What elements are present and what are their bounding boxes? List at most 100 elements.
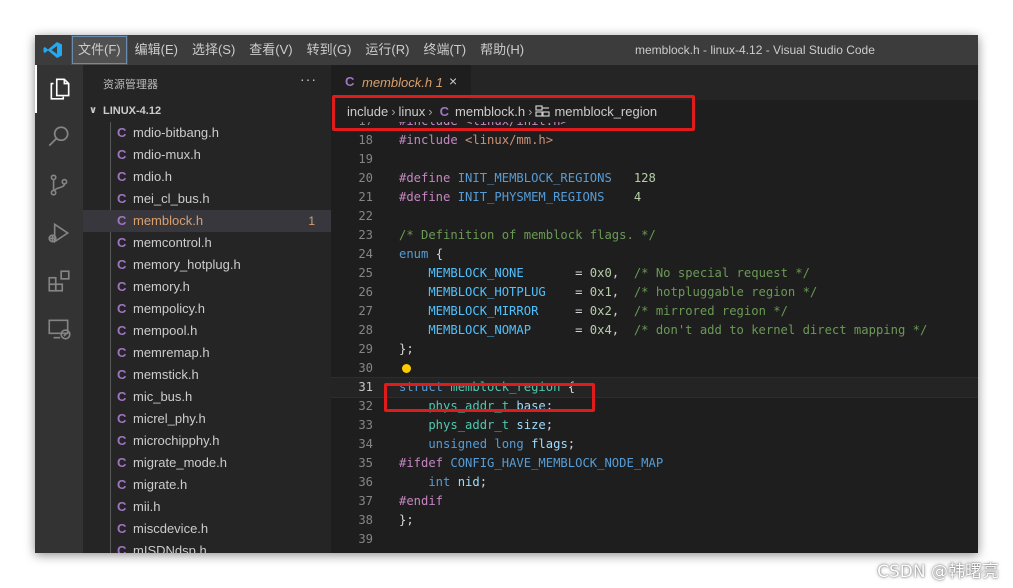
file-item[interactable]: Cmdio.h — [83, 166, 331, 188]
code-lines: 17 #include <linux/init.h> 18 #include <lin… — [331, 122, 978, 549]
code-token: #include — [399, 133, 466, 147]
file-item[interactable]: Cmemory_hotplug.h — [83, 254, 331, 276]
folder-header[interactable]: ∨ LINUX-4.12 — [83, 100, 331, 122]
more-actions-icon[interactable]: ··· — [300, 71, 317, 87]
code-text: #include <linux/init.h> — [399, 122, 568, 131]
code-token: /* No special request */ — [633, 266, 810, 280]
code-text: }; — [399, 511, 414, 530]
menu-item-1[interactable]: 编辑(E) — [128, 35, 185, 65]
file-item[interactable]: Cmicrel_phy.h — [83, 408, 331, 430]
code-text: MEMBLOCK_HOTPLUG = 0x1, /* hotpluggable … — [399, 283, 817, 302]
file-name: mdio.h — [133, 169, 173, 184]
lightbulb-icon[interactable] — [402, 364, 411, 373]
file-name: microchipphy.h — [133, 433, 220, 448]
file-item[interactable]: Cmdio-mux.h — [83, 144, 331, 166]
code-line: 18 #include <linux/mm.h> — [331, 131, 978, 150]
line-number: 36 — [358, 475, 373, 489]
folder-label: LINUX-4.12 — [103, 105, 162, 117]
file-name: mISDNdsp.h — [133, 543, 207, 553]
file-item[interactable]: Cmemory.h — [83, 276, 331, 298]
breadcrumb-include[interactable]: include — [347, 104, 388, 119]
file-item[interactable]: Cmempolicy.h — [83, 298, 331, 320]
code-text: MEMBLOCK_MIRROR = 0x2, /* mirrored regio… — [399, 302, 788, 321]
close-icon[interactable]: × — [449, 73, 457, 89]
code-token: MEMBLOCK_HOTPLUG — [399, 285, 546, 299]
run-debug-icon[interactable] — [35, 209, 83, 257]
menu-item-6[interactable]: 终端(T) — [416, 35, 473, 65]
code-token: #include <linux/init.h> — [399, 122, 568, 128]
file-item[interactable]: Cmicrochipphy.h — [83, 430, 331, 452]
file-item[interactable]: Cmigrate_mode.h — [83, 452, 331, 474]
code-token: enum — [399, 247, 429, 261]
file-item[interactable]: Cmemblock.h 1 — [83, 210, 331, 232]
file-name: mei_cl_bus.h — [133, 191, 210, 206]
file-item[interactable]: CmISDNdsp.h — [83, 540, 331, 553]
file-item[interactable]: Cmdio-bitbang.h — [83, 122, 331, 144]
remote-explorer-icon[interactable] — [35, 305, 83, 353]
line-number: 34 — [358, 437, 373, 451]
breadcrumb-symbol[interactable]: memblock_region — [554, 104, 657, 119]
code-token: , — [611, 266, 634, 280]
file-item[interactable]: Cmii.h — [83, 496, 331, 518]
code-token: size — [516, 418, 546, 432]
menu-item-0[interactable]: 文件(F) — [71, 35, 128, 65]
c-file-icon: C — [117, 477, 127, 492]
code-token: /* hotpluggable region */ — [633, 285, 818, 299]
file-name: mic_bus.h — [133, 389, 193, 404]
file-item[interactable]: Cmei_cl_bus.h — [83, 188, 331, 210]
code-token: = — [531, 323, 590, 337]
source-control-icon[interactable] — [35, 161, 83, 209]
c-file-icon: C — [117, 301, 127, 316]
breadcrumb-separator: › — [428, 103, 433, 119]
code-line: 32 phys_addr_t base; — [331, 397, 978, 416]
search-icon[interactable] — [35, 113, 83, 161]
code-token: unsigned long — [399, 437, 524, 451]
file-item[interactable]: Cmiscdevice.h — [83, 518, 331, 540]
breadcrumb-file[interactable]: memblock.h — [455, 104, 525, 119]
window-title: memblock.h - linux-4.12 - Visual Studio … — [635, 43, 875, 57]
code-token: { — [428, 247, 444, 261]
code-token: #define — [399, 171, 458, 185]
menu-item-5[interactable]: 运行(R) — [358, 35, 416, 65]
code-editor[interactable]: 17 #include <linux/init.h> 18 #include <lin… — [331, 122, 978, 553]
code-text: #endif — [399, 492, 443, 511]
c-file-icon: C — [117, 411, 127, 426]
code-line: 31 struct memblock_region { — [331, 377, 978, 398]
code-line: 35 #ifdef CONFIG_HAVE_MEMBLOCK_NODE_MAP — [331, 454, 978, 473]
c-file-icon: C — [117, 125, 127, 140]
menu-item-7[interactable]: 帮助(H) — [473, 35, 531, 65]
extensions-icon[interactable] — [35, 257, 83, 305]
line-number: 20 — [358, 171, 373, 185]
tab-memblock[interactable]: C memblock.h 1 × — [331, 65, 471, 100]
code-token: , — [611, 304, 634, 318]
file-item[interactable]: Cmemcontrol.h — [83, 232, 331, 254]
line-number: 28 — [358, 323, 373, 337]
line-number: 35 — [358, 456, 373, 470]
file-name: migrate_mode.h — [133, 455, 227, 470]
explorer-icon[interactable] — [35, 65, 83, 113]
code-line: 37 #endif — [331, 492, 978, 511]
menu-item-4[interactable]: 转到(G) — [300, 35, 359, 65]
title-bar: 文件(F) 编辑(E) 选择(S) 查看(V) 转到(G) 运行(R) 终端(T) 帮助(H)… — [35, 35, 978, 65]
chevron-down-icon: ∨ — [89, 105, 98, 116]
file-item[interactable]: Cmigrate.h — [83, 474, 331, 496]
file-item[interactable]: Cmempool.h — [83, 320, 331, 342]
file-item[interactable]: Cmemremap.h — [83, 342, 331, 364]
code-token: #ifdef — [399, 456, 451, 470]
menu-item-3[interactable]: 查看(V) — [242, 35, 299, 65]
menu-bar: 文件(F) 编辑(E) 选择(S) 查看(V) 转到(G) 运行(R) 终端(T) 帮助(H) — [71, 35, 531, 65]
file-item[interactable]: Cmic_bus.h — [83, 386, 331, 408]
breadcrumb-linux[interactable]: linux — [399, 104, 426, 119]
line-number: 39 — [358, 532, 373, 546]
file-item[interactable]: Cmemstick.h — [83, 364, 331, 386]
file-name: mii.h — [133, 499, 161, 514]
code-text: MEMBLOCK_NONE = 0x0, /* No special reque… — [399, 264, 810, 283]
menu-item-2[interactable]: 选择(S) — [185, 35, 242, 65]
code-line: 38}; — [331, 511, 978, 530]
struct-icon — [535, 105, 551, 117]
line-number: 30 — [358, 361, 373, 375]
